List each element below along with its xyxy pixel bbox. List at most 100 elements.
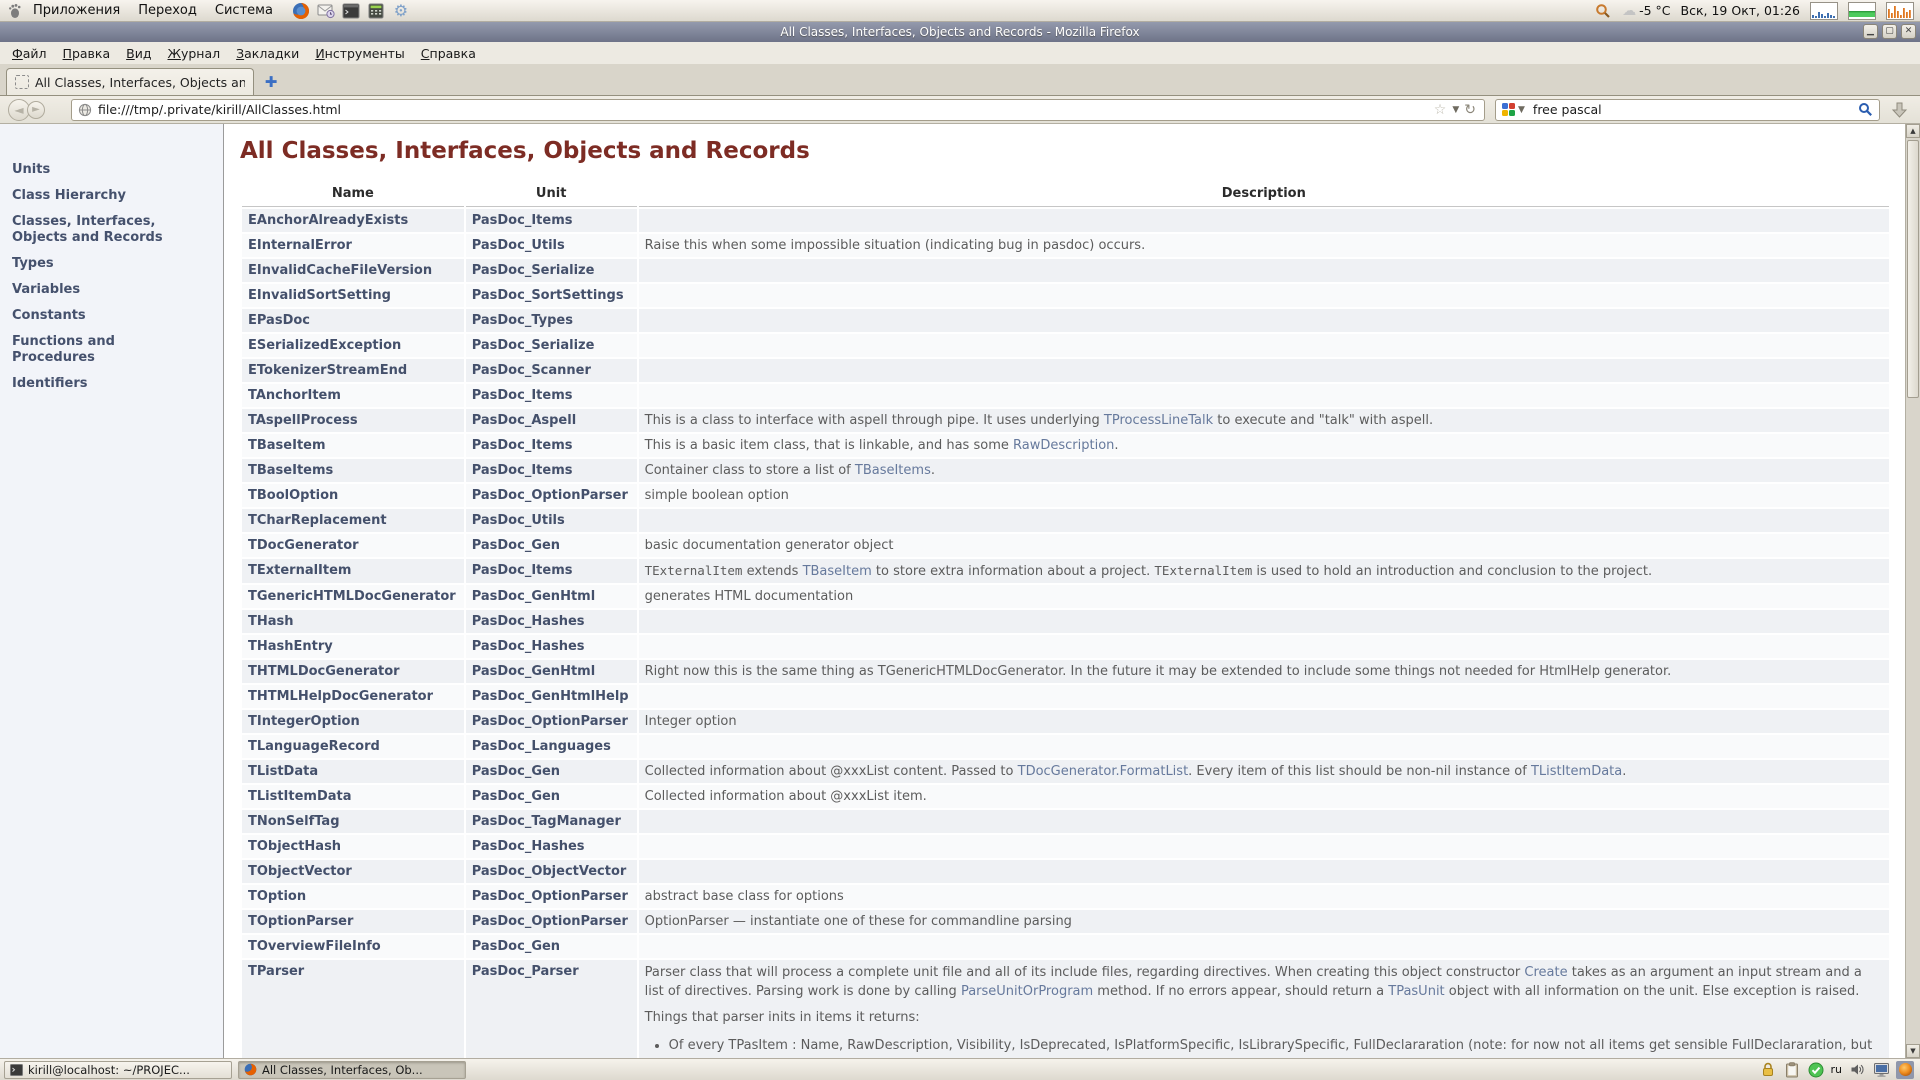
search-icon[interactable] [1594,2,1612,20]
reload-icon[interactable]: ↻ [1464,102,1476,118]
unit-link[interactable]: PasDoc_GenHtml [466,660,637,683]
unit-link[interactable]: PasDoc_OptionParser [466,484,637,507]
search-submit-icon[interactable] [1858,102,1873,117]
gnome-foot-icon[interactable] [6,2,24,20]
sidebar-link[interactable]: Functions and Procedures [12,334,180,366]
unit-link[interactable]: PasDoc_Utils [466,234,637,257]
class-link[interactable]: TExternalItem [242,559,464,583]
class-link[interactable]: EPasDoc [242,309,464,332]
memory-monitor-graph[interactable] [1848,2,1876,20]
class-link[interactable]: THashEntry [242,635,464,658]
url-text[interactable]: file:///tmp/.private/kirill/AllClasses.h… [98,102,1431,117]
unit-link[interactable]: PasDoc_Items [466,434,637,457]
search-engine-dropdown-icon[interactable]: ▼ [1518,105,1525,115]
unit-link[interactable]: PasDoc_GenHtmlHelp [466,685,637,708]
menu-4[interactable]: Закладки [228,46,307,61]
unit-link[interactable]: PasDoc_Items [466,559,637,583]
class-link[interactable]: ESerializedException [242,334,464,357]
unit-link[interactable]: PasDoc_Aspell [466,409,637,432]
unit-link[interactable]: PasDoc_ObjectVector [466,860,637,883]
unit-link[interactable]: PasDoc_Gen [466,760,637,783]
menu-2[interactable]: Вид [118,46,159,61]
class-link[interactable]: TOption [242,885,464,908]
class-link[interactable]: EInvalidCacheFileVersion [242,259,464,282]
class-link[interactable]: TObjectHash [242,835,464,858]
class-link[interactable]: TBaseItem [242,434,464,457]
mail-icon[interactable] [317,2,335,20]
class-link[interactable]: TOverviewFileInfo [242,935,464,958]
unit-link[interactable]: PasDoc_Serialize [466,334,637,357]
window-titlebar[interactable]: All Classes, Interfaces, Objects and Rec… [0,22,1920,42]
unit-link[interactable]: PasDoc_Hashes [466,635,637,658]
unit-link[interactable]: PasDoc_OptionParser [466,885,637,908]
unit-link[interactable]: PasDoc_Serialize [466,259,637,282]
panel-menu-2[interactable]: Система [206,0,282,21]
menu-1[interactable]: Правка [55,46,119,61]
calculator-icon[interactable] [367,2,385,20]
class-link[interactable]: TAnchorItem [242,384,464,407]
close-button[interactable]: ✕ [1901,24,1916,39]
description-link[interactable]: TBaseItems [855,463,931,478]
unit-link[interactable]: PasDoc_Gen [466,785,637,808]
class-link[interactable]: TLanguageRecord [242,735,464,758]
taskbar-window-button[interactable]: kirill@localhost: ~/PROJEC... [4,1061,232,1079]
class-link[interactable]: THTMLHelpDocGenerator [242,685,464,708]
description-link[interactable]: TProcessLineTalk [1104,413,1213,428]
menu-3[interactable]: Журнал [159,46,228,61]
display-icon[interactable] [1872,1061,1890,1079]
keyboard-layout-indicator[interactable]: ru [1831,1061,1843,1079]
sidebar-link[interactable]: Identifiers [12,376,180,392]
taskbar-window-button[interactable]: All Classes, Interfaces, Ob... [238,1061,466,1079]
class-link[interactable]: TOptionParser [242,910,464,933]
description-link[interactable]: TListItemData [1531,764,1622,779]
google-icon[interactable] [1502,103,1515,116]
sidebar-link[interactable]: Units [12,162,180,178]
class-link[interactable]: THash [242,610,464,633]
network-monitor-graph[interactable] [1886,2,1914,20]
vertical-scrollbar[interactable]: ▲ ▼ [1905,124,1920,1058]
class-link[interactable]: TListData [242,760,464,783]
clipboard-icon[interactable] [1783,1061,1801,1079]
gear-icon[interactable]: ⚙ [392,2,410,20]
cpu-monitor-graph[interactable] [1810,2,1838,20]
search-bar[interactable]: ▼ free pascal [1495,99,1880,121]
description-link[interactable]: RawDescription [1013,438,1114,453]
class-link[interactable]: EAnchorAlreadyExists [242,209,464,232]
unit-link[interactable]: PasDoc_Types [466,309,637,332]
unit-link[interactable]: PasDoc_Languages [466,735,637,758]
description-link[interactable]: TDocGenerator.FormatList [1018,764,1189,779]
weather-applet[interactable]: ☁ -5 °C [1622,3,1670,19]
unit-link[interactable]: PasDoc_SortSettings [466,284,637,307]
unit-link[interactable]: PasDoc_TagManager [466,810,637,833]
lock-icon[interactable] [1759,1061,1777,1079]
sidebar-link[interactable]: Variables [12,282,180,298]
unit-link[interactable]: PasDoc_Gen [466,935,637,958]
class-link[interactable]: TParser [242,960,464,1058]
scroll-up-icon[interactable]: ▲ [1906,124,1920,138]
class-link[interactable]: TNonSelfTag [242,810,464,833]
url-dropdown-icon[interactable]: ▼ [1452,105,1459,115]
sidebar-link[interactable]: Classes, Interfaces, Objects and Records [12,214,180,246]
terminal-icon[interactable] [342,2,360,20]
unit-link[interactable]: PasDoc_Items [466,384,637,407]
class-link[interactable]: TIntegerOption [242,710,464,733]
application-tray-icon[interactable] [1896,1061,1914,1079]
class-link[interactable]: TAspellProcess [242,409,464,432]
unit-link[interactable]: PasDoc_Gen [466,534,637,557]
class-link[interactable]: TDocGenerator [242,534,464,557]
class-link[interactable]: TBoolOption [242,484,464,507]
class-link[interactable]: EInvalidSortSetting [242,284,464,307]
forward-button-icon[interactable]: ► [27,101,45,119]
class-link[interactable]: EInternalError [242,234,464,257]
description-link[interactable]: TPasUnit [1388,984,1444,999]
description-link[interactable]: ParseUnitOrProgram [961,984,1093,999]
class-link[interactable]: TBaseItems [242,459,464,482]
unit-link[interactable]: PasDoc_Hashes [466,835,637,858]
unit-link[interactable]: PasDoc_Utils [466,509,637,532]
update-check-icon[interactable] [1807,1061,1825,1079]
class-link[interactable]: THTMLDocGenerator [242,660,464,683]
class-link[interactable]: TListItemData [242,785,464,808]
menu-0[interactable]: Файл [4,46,55,61]
clock-applet[interactable]: Вск, 19 Окт, 01:26 [1681,3,1800,18]
unit-link[interactable]: PasDoc_Items [466,209,637,232]
